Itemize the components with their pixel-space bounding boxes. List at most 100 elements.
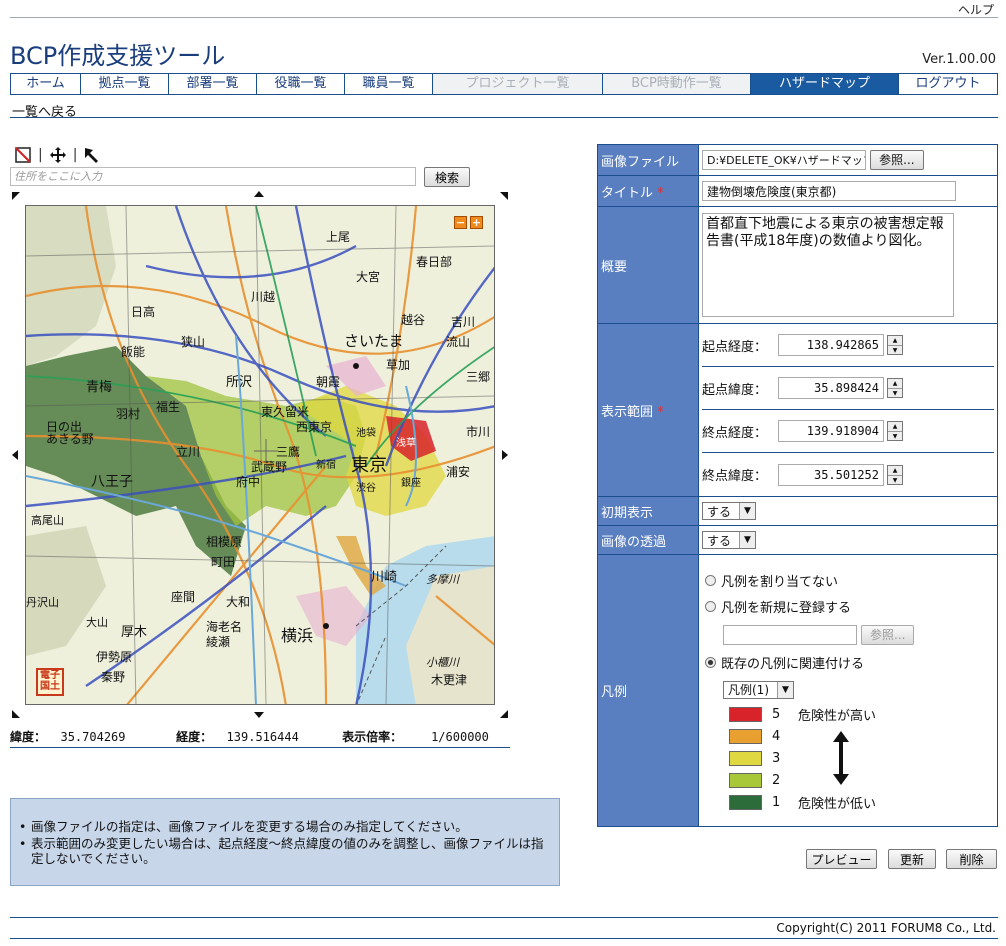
svg-text:東久留米: 東久留米 xyxy=(261,405,309,419)
zoom-out-button[interactable]: − xyxy=(454,216,467,229)
address-search-input[interactable]: 住所をここに入力 xyxy=(10,167,416,186)
pan-west-icon[interactable] xyxy=(12,450,18,460)
svg-text:伊勢原: 伊勢原 xyxy=(96,649,132,664)
legend-level-1: 1 危険性が低い xyxy=(729,792,991,814)
required-mark: * xyxy=(657,185,664,201)
start-lat-label: 起点緯度： xyxy=(702,382,768,398)
corner-sw-icon[interactable] xyxy=(12,710,20,718)
svg-text:丹沢山: 丹沢山 xyxy=(26,595,59,609)
svg-text:西東京: 西東京 xyxy=(296,420,332,434)
start-lat-input[interactable]: 35.898424 xyxy=(778,377,884,399)
legend-swatch xyxy=(729,795,762,810)
svg-text:銀座: 銀座 xyxy=(401,476,421,489)
legend-option-none[interactable]: 凡例を割り当てない xyxy=(705,568,991,594)
svg-text:越谷: 越谷 xyxy=(401,313,425,327)
start-lat-spinner[interactable]: ▲ ▼ xyxy=(887,378,903,398)
tab-positions[interactable]: 役職一覧 xyxy=(257,74,345,94)
start-lon-input[interactable]: 138.942865 xyxy=(778,334,884,356)
select-area-icon[interactable] xyxy=(14,146,32,164)
svg-text:池袋: 池袋 xyxy=(356,426,376,439)
tab-bcp-actions: BCP時動作一覧 xyxy=(603,74,751,94)
scale-value: 1/600000 xyxy=(431,730,489,744)
legend-label: 凡例 xyxy=(597,554,699,827)
svg-text:飯能: 飯能 xyxy=(121,344,145,359)
svg-text:川越: 川越 xyxy=(251,290,275,304)
toolbar-separator: | xyxy=(38,147,43,163)
end-lon-input[interactable]: 139.918904 xyxy=(778,420,884,442)
chevron-down-icon: ▼ xyxy=(739,532,756,548)
pan-icon[interactable] xyxy=(49,146,67,164)
help-link[interactable]: ヘルプ xyxy=(958,1,994,18)
tab-home[interactable]: ホーム xyxy=(11,74,81,94)
corner-ne-icon[interactable] xyxy=(500,192,508,200)
svg-text:新宿: 新宿 xyxy=(316,458,336,471)
legend-level-5: 5 危険性が高い xyxy=(729,704,991,726)
legend-option-new[interactable]: 凡例を新規に登録する xyxy=(705,594,991,620)
map-label-tokyo: 東京 xyxy=(351,455,387,476)
tab-departments[interactable]: 部署一覧 xyxy=(169,74,257,94)
help-note-box: 画像ファイルの指定は、画像ファイルを変更する場合のみ指定してください。 表示範囲… xyxy=(10,798,560,886)
svg-text:さいたま: さいたま xyxy=(344,332,404,350)
search-button[interactable]: 検索 xyxy=(424,167,470,187)
radio-icon[interactable] xyxy=(705,575,716,586)
tab-staff[interactable]: 職員一覧 xyxy=(345,74,433,94)
pan-south-icon[interactable] xyxy=(254,712,264,718)
header-divider xyxy=(10,17,998,18)
svg-text:府中: 府中 xyxy=(236,474,260,489)
delete-button[interactable]: 削除 xyxy=(946,849,997,869)
legend-select[interactable]: 凡例(1) ▼ xyxy=(723,680,794,699)
start-lon-spinner[interactable]: ▲ ▼ xyxy=(887,335,903,355)
radio-icon[interactable] xyxy=(705,601,716,612)
initial-display-select[interactable]: する ▼ xyxy=(702,502,757,520)
pan-north-icon[interactable] xyxy=(254,191,264,197)
image-file-input[interactable]: D:¥DELETE_OK¥ハザードマップ xyxy=(702,150,866,170)
legend-browse-button: 参照... xyxy=(861,624,915,645)
copyright: Copyright(C) 2011 FORUM8 Co., Ltd. xyxy=(776,921,996,935)
summary-label: 概要 xyxy=(597,206,699,324)
corner-nw-icon[interactable] xyxy=(12,192,20,200)
svg-text:上尾: 上尾 xyxy=(326,230,350,244)
svg-text:日高: 日高 xyxy=(131,304,155,319)
radio-icon[interactable] xyxy=(705,657,716,668)
initial-display-label: 初期表示 xyxy=(597,496,699,526)
hazard-map-view[interactable]: 東京 浅草 池袋 渋谷 銀座 新宿 八王子 相模原 横浜 川崎 府中 立川 所沢… xyxy=(25,205,495,705)
legend-file-input[interactable] xyxy=(723,624,857,645)
pan-east-icon[interactable] xyxy=(502,450,508,460)
zoom-in-button[interactable]: + xyxy=(470,216,483,229)
svg-text:浅草: 浅草 xyxy=(396,436,416,449)
svg-text:海老名: 海老名 xyxy=(206,619,242,634)
legend-swatch xyxy=(729,773,762,788)
chevron-down-icon: ▼ xyxy=(777,681,793,698)
svg-text:小櫃川: 小櫃川 xyxy=(426,656,460,669)
update-button[interactable]: 更新 xyxy=(888,849,936,869)
svg-text:武蔵野: 武蔵野 xyxy=(251,460,287,474)
transparency-select[interactable]: する ▼ xyxy=(702,531,757,549)
pointer-icon[interactable] xyxy=(83,146,101,164)
map-frame: 東京 浅草 池袋 渋谷 銀座 新宿 八王子 相模原 横浜 川崎 府中 立川 所沢… xyxy=(10,190,510,720)
svg-text:吉川: 吉川 xyxy=(451,315,475,329)
preview-button[interactable]: プレビュー xyxy=(806,849,877,869)
footer-divider xyxy=(10,917,998,918)
svg-text:座間: 座間 xyxy=(171,589,195,604)
tab-projects: プロジェクト一覧 xyxy=(433,74,603,94)
tab-sites[interactable]: 拠点一覧 xyxy=(81,74,169,94)
summary-textarea[interactable]: 首都直下地震による東京の被害想定報告書(平成18年度)の数値より図化。 xyxy=(702,213,954,317)
end-lon-spinner[interactable]: ▲ ▼ xyxy=(887,421,903,441)
tab-logout[interactable]: ログアウト xyxy=(899,74,997,94)
footer-divider xyxy=(10,938,998,939)
required-mark: * xyxy=(657,404,664,420)
svg-text:狭山: 狭山 xyxy=(181,335,205,349)
legend-swatch xyxy=(729,729,762,744)
svg-text:大和: 大和 xyxy=(226,595,250,609)
svg-text:高尾山: 高尾山 xyxy=(31,513,64,527)
end-lat-input[interactable]: 35.501252 xyxy=(778,463,884,486)
tab-hazard-map[interactable]: ハザードマップ xyxy=(751,74,899,94)
title-input[interactable]: 建物倒壊危険度(東京都) xyxy=(702,181,956,201)
svg-text:所沢: 所沢 xyxy=(226,375,252,390)
corner-se-icon[interactable] xyxy=(500,710,508,718)
image-file-browse-button[interactable]: 参照... xyxy=(870,150,924,170)
range-label: 表示範囲 xyxy=(601,404,654,420)
svg-text:立川: 立川 xyxy=(176,444,200,459)
legend-option-existing[interactable]: 既存の凡例に関連付ける xyxy=(705,650,991,676)
end-lat-spinner[interactable]: ▲ ▼ xyxy=(887,464,903,485)
